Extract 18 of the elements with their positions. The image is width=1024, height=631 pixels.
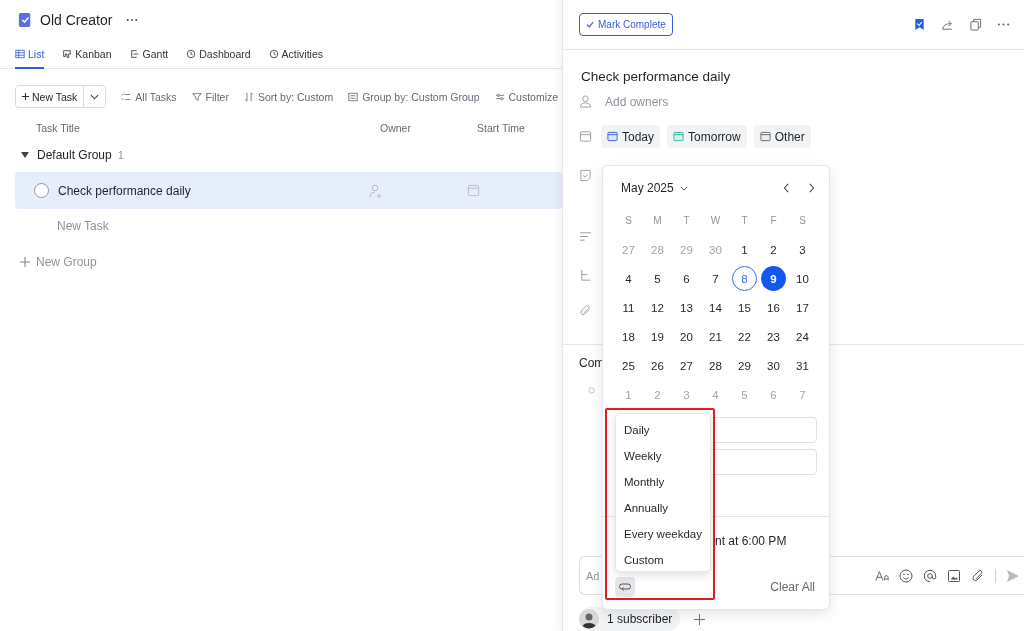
column-header: Start Time [477,122,526,134]
project-title: Old Creator [40,12,113,28]
column-header: Task Title [36,122,81,134]
task-title: Check performance daily [580,69,732,84]
comment-placeholder: Ad [586,569,600,582]
weekday-label: S [798,214,807,228]
weekday-label: T [682,214,691,228]
task-title: Check performance daily [58,183,192,198]
weekday-label: M [652,214,663,228]
column-header: Owner [380,122,412,134]
weekday-label: W [709,214,722,228]
group-name: Default Group [37,148,112,162]
group-count: 1 [117,149,124,161]
weekday-label: T [740,214,749,228]
subscriber-count: 1 subscriber [607,612,673,626]
reminder-text: nt at 6:00 PM [715,534,787,548]
weekday-label: S [624,214,633,228]
weekday-label: F [769,214,778,228]
